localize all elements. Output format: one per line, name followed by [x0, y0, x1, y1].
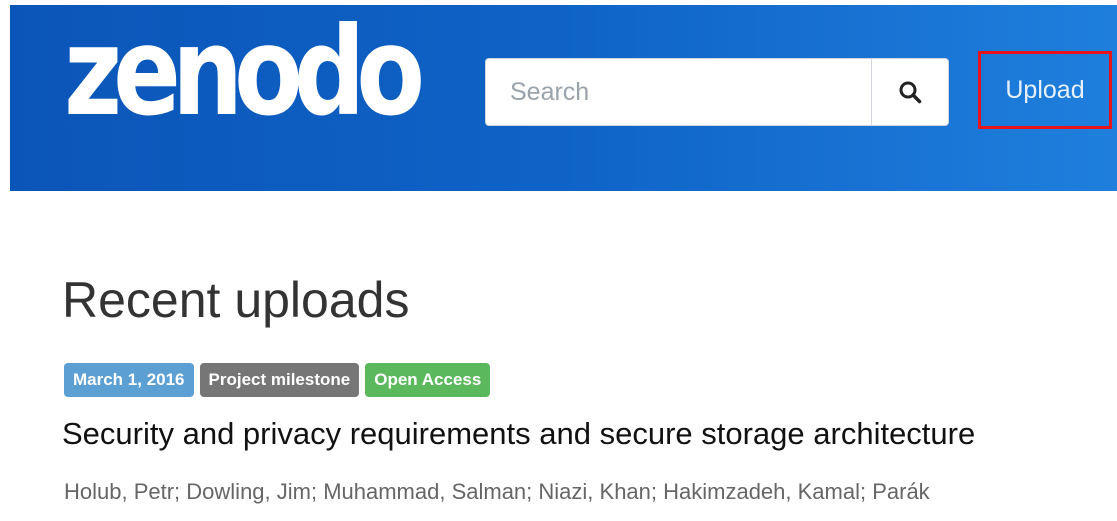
search-icon [899, 81, 922, 104]
zenodo-logo[interactable]: zenodo [64, 1, 432, 143]
search-button[interactable] [871, 58, 949, 126]
page: zenodo Upload Recent uploads March 1, 20… [0, 0, 1117, 521]
zenodo-logo-mark: zenodo [64, 1, 432, 143]
search-group [485, 58, 949, 128]
page-title: Recent uploads [62, 272, 410, 328]
resource-type-badge: Project milestone [199, 363, 360, 397]
record-title-link[interactable]: Security and privacy requirements and se… [62, 416, 975, 452]
upload-link[interactable]: Upload [978, 51, 1112, 129]
access-badge: Open Access [365, 363, 491, 397]
svg-text:zenodo: zenodo [64, 11, 421, 129]
record-authors: Holub, Petr; Dowling, Jim; Muhammad, Sal… [64, 479, 930, 504]
navbar: zenodo Upload [10, 1, 1117, 191]
record-badges: March 1, 2016 Project milestone Open Acc… [64, 363, 491, 397]
main-content: Recent uploads March 1, 2016 Project mil… [0, 191, 1117, 521]
search-input[interactable] [485, 58, 871, 126]
date-badge: March 1, 2016 [64, 363, 194, 397]
